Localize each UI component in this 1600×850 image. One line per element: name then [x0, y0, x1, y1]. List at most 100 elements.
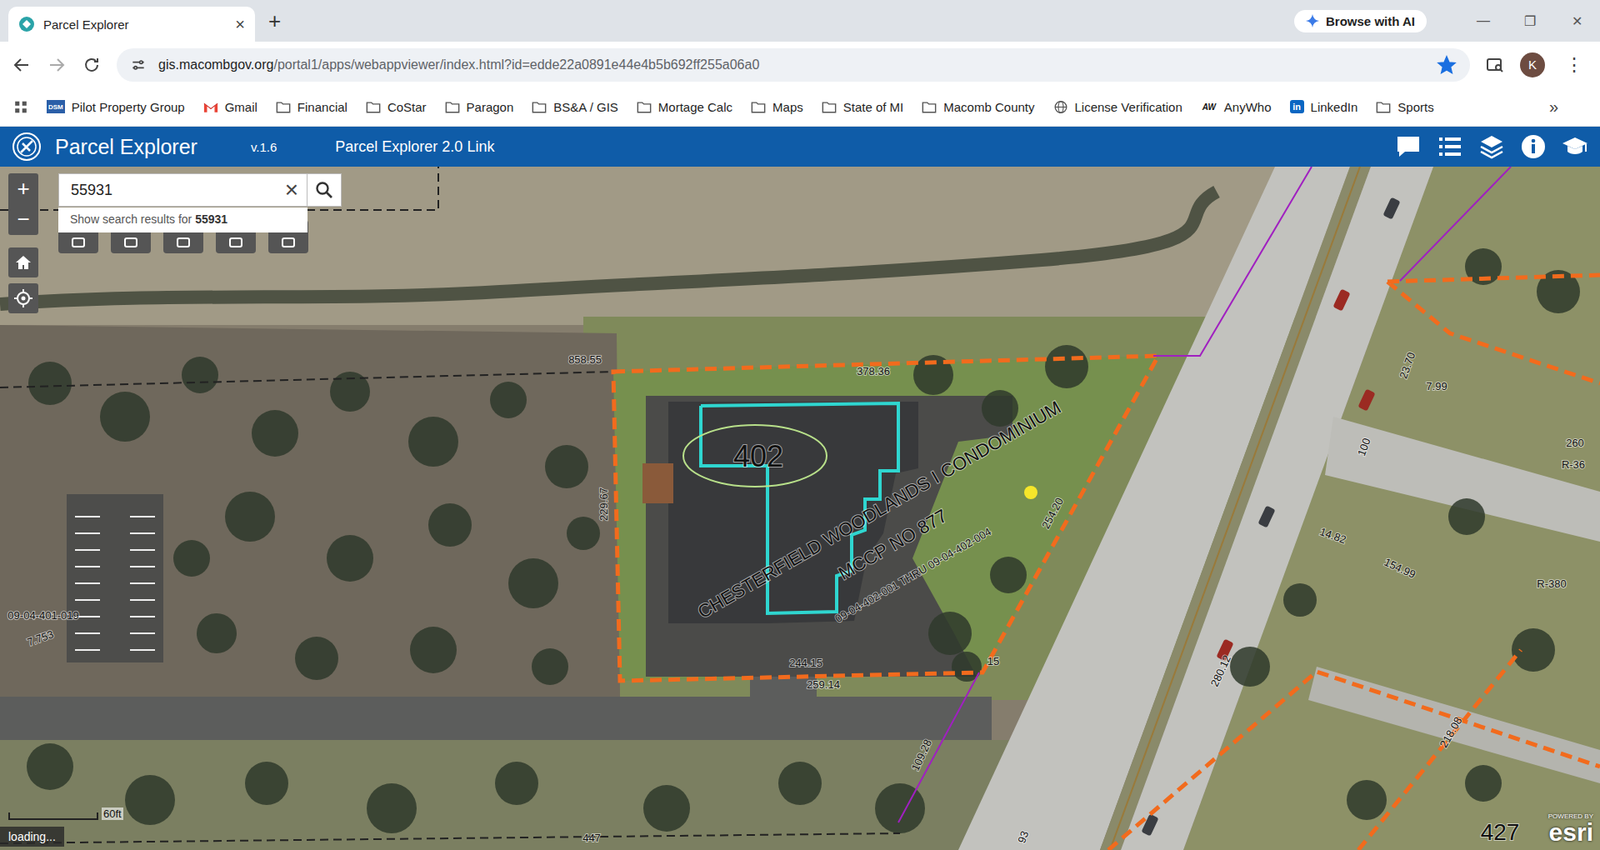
map-label: 15	[987, 655, 1000, 668]
window-control[interactable]: —	[1460, 13, 1507, 29]
folder-icon	[445, 100, 460, 115]
bookmark-item[interactable]: License Verification	[1053, 100, 1183, 115]
back-icon[interactable]	[11, 55, 32, 75]
zoom-control: +−	[8, 173, 39, 235]
map-label: 23.70	[1396, 350, 1418, 381]
graduation-cap-icon[interactable]	[1561, 133, 1589, 160]
bookmark-item[interactable]: Gmail	[203, 100, 258, 115]
bookmark-item[interactable]: DSMPilot Property Group	[46, 100, 185, 115]
map-label: 09-04-401-019	[7, 609, 79, 622]
map-label: 154.99	[1382, 555, 1418, 581]
parcel-boundary[interactable]	[613, 355, 1159, 681]
home-icon	[13, 252, 34, 273]
county-logo-icon[interactable]	[11, 131, 42, 162]
parcel-line	[0, 166, 439, 210]
zoom-in-button[interactable]: +	[8, 173, 39, 205]
reload-icon[interactable]	[81, 55, 102, 75]
forward-icon[interactable]	[46, 55, 67, 75]
zoom-out-button[interactable]: −	[8, 204, 39, 235]
bookmark-item[interactable]: Financial	[275, 100, 348, 115]
browse-ai-button[interactable]: Browse with AI	[1294, 10, 1427, 33]
tool-icon	[120, 230, 141, 250]
layers-icon[interactable]	[1478, 133, 1505, 160]
folder-icon	[750, 100, 766, 115]
folder-icon	[821, 100, 837, 115]
home-button[interactable]	[8, 247, 39, 278]
search-button[interactable]	[306, 174, 341, 206]
chat-icon[interactable]	[1395, 133, 1422, 160]
apps-grid-icon[interactable]	[13, 100, 29, 115]
app-header: Parcel Explorerv.1.6Parcel Explorer 2.0 …	[0, 126, 1600, 167]
map-label: 109.28	[909, 737, 935, 773]
map-label: 218.08	[1437, 715, 1465, 750]
parcel-favicon-icon	[18, 15, 35, 33]
new-tab-button[interactable]: +	[268, 8, 281, 35]
map-label: 447	[582, 831, 601, 845]
locate-button[interactable]	[8, 283, 39, 314]
bookmark-item[interactable]: BS&A / GIS	[531, 100, 619, 115]
map-label: 14.82	[1318, 525, 1349, 546]
map-label: 280.12	[1208, 653, 1234, 689]
window-control[interactable]: ❐	[1506, 13, 1554, 30]
locate-icon	[13, 288, 34, 309]
explorer-link[interactable]: Parcel Explorer 2.0 Link	[335, 138, 495, 156]
bookmark-item[interactable]: CoStar	[365, 100, 427, 115]
search-field[interactable]: 55931×	[58, 173, 342, 207]
folder-icon	[531, 100, 547, 115]
folder-icon	[921, 100, 937, 115]
map-label: R-36	[1561, 458, 1585, 471]
site-info-icon[interactable]	[130, 56, 147, 74]
browser-tab[interactable]: Parcel Explorer×	[8, 6, 255, 42]
bookmark-item[interactable]: State of MI	[821, 100, 905, 115]
tool-icon	[173, 230, 194, 250]
gmail-icon	[203, 100, 219, 115]
map-label: 244.15	[789, 656, 823, 670]
url-field[interactable]: gis.macombgov.org/portal1/apps/webappvie…	[116, 48, 1470, 82]
bookmark-item[interactable]: Mortage Calc	[636, 100, 733, 115]
window-control[interactable]: ✕	[1553, 13, 1600, 30]
aerial-map[interactable]: 402CHESTERFIELD WOODLANDS I CONDOMINIUMM…	[0, 166, 1600, 850]
map-label: 260	[1565, 436, 1585, 450]
bookmark-item[interactable]: Maps	[750, 100, 804, 115]
esri-attribution[interactable]: POWERED BYesri	[1548, 812, 1594, 845]
tab-close[interactable]: ×	[235, 15, 245, 35]
map-label: 7.753	[25, 627, 56, 649]
dsm-badge-icon: DSM	[46, 100, 65, 114]
list-icon[interactable]	[1436, 133, 1464, 160]
bookmark-star-icon[interactable]	[1436, 55, 1457, 75]
folder-icon	[1375, 100, 1391, 115]
map-label: R-380	[1536, 577, 1566, 590]
map-label: 259.14	[806, 678, 840, 691]
more-bookmarks[interactable]: »	[1549, 97, 1587, 117]
profile-button[interactable]: K	[1520, 52, 1545, 78]
bookmark-item[interactable]: Macomb County	[921, 100, 1035, 115]
map-label: 427	[1480, 819, 1520, 845]
map-label: 7.99	[1425, 380, 1447, 393]
folder-icon	[275, 100, 291, 115]
app-version: v.1.6	[250, 140, 277, 155]
tab-search-icon[interactable]	[1485, 55, 1505, 75]
globe-icon	[1053, 100, 1069, 115]
map-label: MCCP NO 877	[835, 505, 951, 585]
address-bar: gis.macombgov.org/portal1/apps/webappvie…	[0, 41, 1600, 88]
folder-icon	[365, 100, 381, 115]
tool-icon	[225, 230, 246, 250]
browser-menu[interactable]: ⋮	[1560, 54, 1589, 76]
tab-strip: Parcel Explorer× + Browse with AI —❐✕	[0, 0, 1600, 42]
tool-icon	[278, 230, 299, 250]
bookmark-item[interactable]: Paragon	[445, 100, 515, 115]
url-text: gis.macombgov.org/portal1/apps/webappvie…	[158, 57, 1425, 73]
clear-search-button[interactable]: ×	[276, 176, 307, 204]
folder-icon	[636, 100, 652, 115]
bookmark-item[interactable]: AWAnyWho	[1200, 100, 1272, 115]
bookmark-item[interactable]: inLinkedIn	[1290, 100, 1359, 115]
info-icon[interactable]	[1520, 133, 1547, 160]
map-label: 378.36	[856, 365, 890, 378]
bookmark-item[interactable]: Sports	[1375, 100, 1434, 115]
linkedin-icon: in	[1290, 100, 1305, 114]
map-view[interactable]: 402CHESTERFIELD WOODLANDS I CONDOMINIUMM…	[0, 166, 1600, 850]
map-label: 858.55	[568, 353, 602, 366]
search-suggestion[interactable]: Show search results for 55931	[58, 207, 308, 233]
bookmarks-bar: DSMPilot Property Group Gmail Financial CoS…	[0, 87, 1600, 127]
map-label: 100	[1355, 436, 1374, 459]
